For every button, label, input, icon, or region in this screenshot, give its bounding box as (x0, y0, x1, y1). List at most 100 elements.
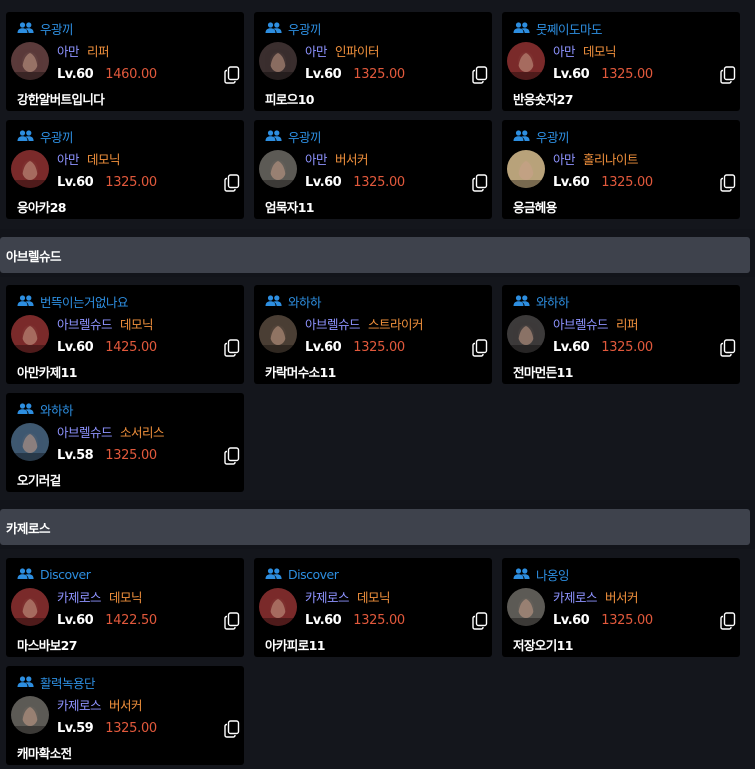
section-aman: 우광끼 아만 리퍼 Lv.60 1460.00 강한알버트입니다 우광끼 아만 … (0, 0, 755, 229)
level-row: Lv.60 1425.00 (57, 339, 157, 355)
users-icon (265, 130, 282, 142)
character-card[interactable]: 와하하 아브렐슈드 리퍼 Lv.60 1325.00 전마먼든11 (502, 285, 740, 384)
character-card[interactable]: 우광끼 아만 데모닉 Lv.60 1325.00 응아카28 (6, 120, 244, 219)
character-card[interactable]: 우광끼 아만 버서커 Lv.60 1325.00 엄묵자11 (254, 120, 492, 219)
character-card[interactable]: 우광끼 아만 인파이터 Lv.60 1325.00 피로으10 (254, 12, 492, 111)
server-name: 카제로스 (305, 589, 350, 605)
class-row: 카제로스 버서커 (553, 588, 639, 605)
users-icon (513, 295, 530, 307)
copy-icon[interactable] (720, 612, 736, 630)
guild-name: 우광끼 (536, 129, 570, 145)
character-card[interactable]: Discover 카제로스 데모닉 Lv.60 1422.50 마스바보27 (6, 558, 244, 657)
users-icon (17, 676, 34, 688)
character-card[interactable]: 뭇쩨이도마도 아만 데모닉 Lv.60 1325.00 반응숏자27 (502, 12, 740, 111)
guild-name: Discover (288, 566, 339, 582)
class-name: 데모닉 (357, 589, 391, 605)
server-name: 아브렐슈드 (57, 424, 113, 440)
server-name: 아브렐슈드 (57, 316, 113, 332)
character-name: 응금헤용 (513, 200, 557, 215)
copy-icon[interactable] (472, 339, 488, 357)
character-card[interactable]: 와하하 아브렐슈드 스트라이커 Lv.60 1325.00 카락머수소11 (254, 285, 492, 384)
character-name: 피로으10 (265, 92, 315, 107)
level-row: Lv.60 1325.00 (305, 339, 405, 355)
users-icon (265, 295, 282, 307)
guild-row: 번뜩이는거없나요 (17, 293, 129, 310)
section-title: 아브렐슈드 (6, 248, 62, 264)
copy-icon[interactable] (472, 66, 488, 84)
class-row: 아브렐슈드 리퍼 (553, 315, 639, 332)
copy-icon[interactable] (224, 339, 240, 357)
guild-row: 우광끼 (17, 20, 74, 37)
server-name: 아만 (57, 43, 80, 59)
character-name: 저장오기11 (513, 638, 573, 653)
character-name: 아만카제11 (17, 365, 77, 380)
guild-name: 와하하 (40, 402, 74, 418)
copy-icon[interactable] (224, 66, 240, 84)
users-icon (17, 295, 34, 307)
users-icon (513, 22, 530, 34)
guild-name: 와하하 (536, 294, 570, 310)
copy-icon[interactable] (472, 174, 488, 192)
class-row: 아브렐슈드 소서리스 (57, 423, 165, 440)
copy-icon[interactable] (720, 339, 736, 357)
class-name: 인파이터 (335, 43, 380, 59)
character-name: 오기러겉 (17, 473, 61, 488)
guild-row: 우광끼 (17, 128, 74, 145)
copy-icon[interactable] (224, 720, 240, 738)
server-name: 카제로스 (57, 589, 102, 605)
avatar (259, 588, 297, 626)
avatar (11, 423, 49, 461)
guild-row: 활력녹용단 (17, 674, 96, 691)
level-row: Lv.60 1325.00 (553, 612, 653, 628)
character-card[interactable]: 와하하 아브렐슈드 소서리스 Lv.58 1325.00 오기러겉 (6, 393, 244, 492)
copy-icon[interactable] (720, 174, 736, 192)
class-name: 데모닉 (87, 151, 121, 167)
character-level: Lv.60 (553, 339, 590, 355)
copy-icon[interactable] (224, 612, 240, 630)
users-icon (17, 403, 34, 415)
guild-name: Discover (40, 566, 91, 582)
guild-row: Discover (17, 566, 91, 582)
copy-icon[interactable] (472, 612, 488, 630)
level-row: Lv.60 1325.00 (305, 612, 405, 628)
item-level: 1325.00 (353, 174, 405, 190)
character-name: 캐마확소전 (17, 746, 72, 761)
character-card[interactable]: 우광끼 아만 리퍼 Lv.60 1460.00 강한알버트입니다 (6, 12, 244, 111)
copy-icon[interactable] (720, 66, 736, 84)
class-row: 아만 버서커 (305, 150, 369, 167)
avatar (259, 42, 297, 80)
section-header-abrelshud: 아브렐슈드 (0, 237, 750, 273)
users-icon (265, 22, 282, 34)
character-card[interactable]: 번뜩이는거없나요 아브렐슈드 데모닉 Lv.60 1425.00 아만카제11 (6, 285, 244, 384)
avatar (11, 696, 49, 734)
character-name: 강한알버트입니다 (17, 92, 105, 107)
character-name: 카락머수소11 (265, 365, 336, 380)
copy-icon[interactable] (224, 174, 240, 192)
character-name: 엄묵자11 (265, 200, 315, 215)
character-level: Lv.60 (57, 339, 94, 355)
avatar (507, 42, 545, 80)
character-level: Lv.60 (57, 174, 94, 190)
copy-icon[interactable] (224, 447, 240, 465)
class-row: 카제로스 데모닉 (57, 588, 143, 605)
character-card[interactable]: 나옹잉 카제로스 버서커 Lv.60 1325.00 저장오기11 (502, 558, 740, 657)
users-icon (513, 568, 530, 580)
item-level: 1325.00 (601, 174, 653, 190)
class-row: 아만 인파이터 (305, 42, 380, 59)
character-card[interactable]: 우광끼 아만 홀리나이트 Lv.60 1325.00 응금헤용 (502, 120, 740, 219)
server-name: 아브렐슈드 (553, 316, 609, 332)
server-name: 카제로스 (57, 697, 102, 713)
guild-row: 나옹잉 (513, 566, 570, 583)
class-row: 아만 데모닉 (553, 42, 617, 59)
character-card[interactable]: Discover 카제로스 데모닉 Lv.60 1325.00 아카피로11 (254, 558, 492, 657)
class-row: 아만 데모닉 (57, 150, 121, 167)
level-row: Lv.60 1325.00 (553, 339, 653, 355)
guild-row: 와하하 (513, 293, 570, 310)
character-card[interactable]: 활력녹용단 카제로스 버서커 Lv.59 1325.00 캐마확소전 (6, 666, 244, 765)
avatar (259, 150, 297, 188)
level-row: Lv.60 1325.00 (57, 174, 157, 190)
character-name: 반응숏자27 (513, 92, 573, 107)
server-name: 아만 (553, 43, 576, 59)
class-row: 아브렐슈드 데모닉 (57, 315, 154, 332)
character-level: Lv.60 (305, 339, 342, 355)
